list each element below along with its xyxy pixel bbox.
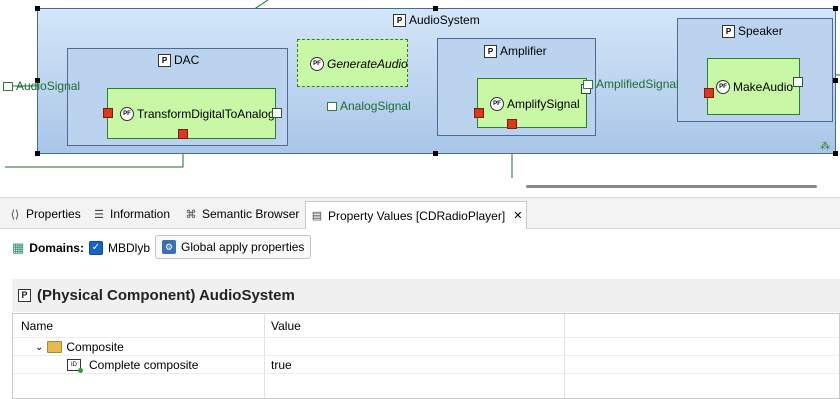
chevron-down-icon[interactable]: ⌄ <box>35 342 43 353</box>
input-port-icon[interactable] <box>474 108 484 118</box>
column-header-name[interactable]: Name <box>21 317 53 335</box>
analog-signal-label[interactable]: AnalogSignal <box>327 99 411 113</box>
global-apply-icon: ⚙ <box>162 240 176 254</box>
selection-handle[interactable] <box>433 151 438 156</box>
input-port-icon[interactable] <box>704 88 714 98</box>
tab-information[interactable]: ☰ Information <box>92 202 170 226</box>
physical-function-icon: PF <box>716 80 730 94</box>
selection-handle[interactable] <box>833 6 838 11</box>
information-icon: ☰ <box>94 208 104 221</box>
output-port-icon[interactable] <box>272 108 282 118</box>
audio-signal-label[interactable]: AudioSignal <box>3 79 80 93</box>
amplified-signal-label[interactable]: AmplifiedSignal <box>583 77 679 91</box>
physical-function-icon: PF <box>490 97 504 111</box>
physical-component-icon: P <box>158 53 171 67</box>
tab-semantic-browser[interactable]: ⌘ Semantic Browser <box>184 202 300 226</box>
column-header-value[interactable]: Value <box>271 317 301 335</box>
input-port-icon[interactable] <box>103 108 113 118</box>
properties-title: (Physical Component) AudioSystem <box>37 287 295 304</box>
audio-system-label: P AudioSystem <box>393 13 480 27</box>
diagram-canvas[interactable]: P AudioSystem P DAC PF TransformDigitalT… <box>0 0 840 197</box>
physical-port-icon <box>583 79 593 89</box>
complete-composite-icon: ID <box>67 359 83 373</box>
selection-handle[interactable] <box>833 78 838 83</box>
domains-label: Domains: <box>29 241 84 255</box>
physical-function-icon: PF <box>120 107 134 121</box>
property-table: Name Value ⌄ Composite ID Complete compo… <box>12 313 840 399</box>
speaker-label: P Speaker <box>722 24 783 38</box>
diagram-decorator-icon: ⁂ <box>820 141 830 152</box>
domains-icon: ▦ <box>12 240 25 255</box>
table-row[interactable]: ⌄ Composite <box>13 338 839 356</box>
selection-handle[interactable] <box>833 151 838 156</box>
horizontal-scrollbar[interactable] <box>526 185 817 188</box>
folder-icon <box>47 341 63 353</box>
complete-composite-cell: ID Complete composite <box>67 356 198 374</box>
make-audio-function-label: PF MakeAudio <box>716 80 793 94</box>
table-header-row: Name Value <box>13 314 839 338</box>
view-tab-bar: ⟨⟩ Properties ☰ Information ⌘ Semantic B… <box>0 197 840 229</box>
physical-component-icon: P <box>722 24 735 38</box>
properties-header: P (Physical Component) AudioSystem <box>12 279 840 312</box>
generate-audio-label: PF GenerateAudio <box>310 57 408 71</box>
global-apply-properties-button[interactable]: ⚙ Global apply properties <box>155 235 312 259</box>
dac-label: P DAC <box>158 53 199 67</box>
input-port-icon[interactable] <box>507 119 517 129</box>
domain-checkbox[interactable]: ✓ <box>88 241 103 255</box>
tab-property-values[interactable]: ▤ Property Values [CDRadioPlayer] ✕ <box>305 201 528 229</box>
input-port-icon[interactable] <box>178 129 188 139</box>
amplify-function-label: PF AmplifySignal <box>490 97 580 111</box>
selection-handle[interactable] <box>35 6 40 11</box>
selection-handle[interactable] <box>35 151 40 156</box>
physical-component-icon: P <box>484 44 497 58</box>
physical-component-icon: P <box>18 289 31 302</box>
tab-properties[interactable]: ⟨⟩ Properties <box>8 202 81 226</box>
physical-port-icon <box>3 81 13 91</box>
transform-function-label: PF TransformDigitalToAnalog <box>120 107 275 121</box>
complete-composite-value[interactable]: true <box>271 356 292 374</box>
close-icon[interactable]: ✕ <box>513 209 522 222</box>
amplifier-label: P Amplifier <box>484 44 547 58</box>
composite-cell: ⌄ Composite <box>35 340 124 354</box>
physical-port-icon <box>327 101 337 111</box>
table-row[interactable]: ID Complete composite true <box>13 356 839 374</box>
physical-function-icon: PF <box>310 57 324 71</box>
output-port-icon[interactable] <box>793 77 803 87</box>
property-values-icon: ▤ <box>311 210 323 222</box>
physical-component-icon: P <box>393 13 406 27</box>
properties-icon: ⟨⟩ <box>10 208 20 221</box>
semantic-browser-icon: ⌘ <box>185 208 197 221</box>
domains-row: ▦ Domains: ✓ MBDlyb <box>12 236 150 260</box>
domain-name: MBDlyb <box>107 241 150 255</box>
selection-handle[interactable] <box>433 6 438 11</box>
